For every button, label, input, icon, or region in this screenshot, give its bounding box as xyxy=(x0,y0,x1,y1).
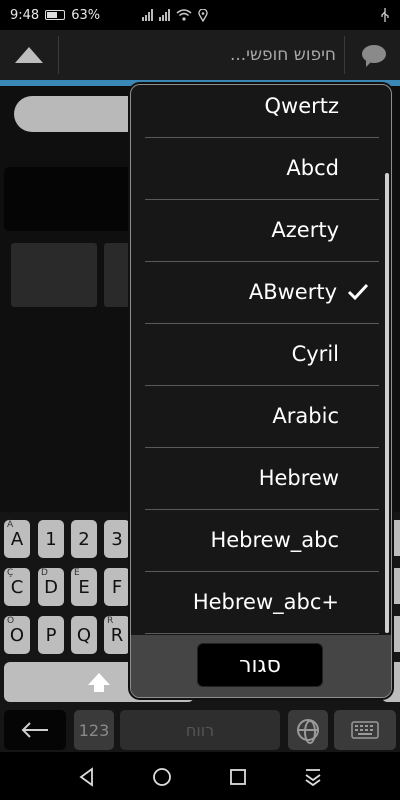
option-label: Arabic xyxy=(272,404,339,428)
search-input[interactable] xyxy=(62,35,340,75)
option-label: Azerty xyxy=(271,218,339,242)
battery-icon xyxy=(45,10,66,20)
key-2[interactable]: 2 xyxy=(71,520,97,558)
close-button[interactable]: סגור xyxy=(197,643,323,687)
up-button[interactable] xyxy=(0,30,58,80)
chevron-up-icon xyxy=(15,47,43,63)
signal-icon xyxy=(142,9,154,21)
nav-notifications-icon[interactable] xyxy=(302,766,324,788)
divider xyxy=(145,633,379,634)
layout-option[interactable]: Arabic xyxy=(131,385,389,447)
key-label: F xyxy=(111,576,123,598)
system-nav-bar xyxy=(0,752,400,800)
dropdown-footer: סגור xyxy=(131,635,391,697)
key-p[interactable]: P xyxy=(38,616,64,654)
chat-bubble-icon[interactable] xyxy=(362,45,386,67)
key-sub-label: Ř xyxy=(107,616,114,626)
key-f[interactable]: F xyxy=(104,568,130,606)
language-key[interactable] xyxy=(288,710,328,750)
globe-icon xyxy=(297,719,319,744)
nav-home-icon[interactable] xyxy=(151,766,173,788)
divider xyxy=(344,36,345,74)
space-key[interactable]: רווח xyxy=(120,710,280,750)
layout-option[interactable]: Cyril xyxy=(131,323,389,385)
key-1[interactable]: 1 xyxy=(38,520,64,558)
backspace-key[interactable] xyxy=(4,710,66,750)
signal-icon-2 xyxy=(159,9,171,21)
key-sub-label: Ď xyxy=(41,568,48,578)
checkmark-icon xyxy=(347,283,369,301)
wifi-icon xyxy=(176,9,192,21)
background-input-box[interactable] xyxy=(4,167,144,231)
key-label: 1 xyxy=(45,528,57,550)
arrow-left-icon xyxy=(21,722,48,738)
layout-option[interactable]: Hebrew_abc xyxy=(131,509,389,571)
option-label: Hebrew xyxy=(258,466,339,490)
option-label: Abcd xyxy=(286,156,339,180)
option-label: Hebrew_abc xyxy=(210,528,339,552)
battery-percent: 63% xyxy=(71,7,101,23)
top-app-bar xyxy=(0,30,400,80)
background-tile[interactable] xyxy=(11,243,97,307)
key-label: D xyxy=(44,576,58,598)
key-label: 2 xyxy=(78,528,90,550)
key-label: A xyxy=(10,528,24,550)
key-c[interactable]: ÇC xyxy=(4,568,30,606)
key-o[interactable]: ÖO xyxy=(4,616,30,654)
layout-option[interactable]: Abcd xyxy=(131,137,389,199)
key-label: E xyxy=(78,576,90,598)
key-3[interactable]: 3 xyxy=(104,520,130,558)
key-label: Q xyxy=(76,624,92,646)
nav-recents-icon[interactable] xyxy=(227,766,249,788)
layout-option[interactable]: Hebrew_abc+ xyxy=(131,571,389,633)
shift-arrow-icon xyxy=(88,673,110,692)
battery-fill xyxy=(47,12,58,18)
option-label: Cyril xyxy=(291,342,339,366)
key-label: P xyxy=(45,624,57,646)
key-sub-label: Á xyxy=(7,520,14,530)
nav-back-icon[interactable] xyxy=(76,766,98,788)
status-left: 9:48 63% xyxy=(10,8,208,23)
layout-dropdown: Qwertz Abcd Azerty ABwerty Cyril Arabic … xyxy=(130,84,392,698)
numbers-key[interactable]: 123 xyxy=(74,710,114,750)
keyboard-icon xyxy=(351,721,379,739)
key-d[interactable]: ĎD xyxy=(38,568,64,606)
option-label: Hebrew_abc+ xyxy=(192,590,339,614)
layout-option[interactable]: Hebrew xyxy=(131,447,389,509)
layout-option[interactable]: Azerty xyxy=(131,199,389,261)
scrollbar[interactable] xyxy=(385,173,389,633)
layout-option[interactable]: Qwertz xyxy=(131,85,389,137)
usb-icon xyxy=(381,8,389,22)
key-sub-label: Ç xyxy=(7,568,14,578)
key-e[interactable]: ÉE xyxy=(71,568,97,606)
hide-keyboard-key[interactable] xyxy=(334,710,396,750)
option-label: Qwertz xyxy=(264,94,339,118)
key-sub-label: É xyxy=(74,568,80,578)
key-label: C xyxy=(10,576,24,598)
divider xyxy=(58,36,59,74)
key-label: 3 xyxy=(111,528,123,550)
key-sub-label: Ö xyxy=(7,616,15,626)
key-label: R xyxy=(110,624,124,646)
option-label: ABwerty xyxy=(248,280,337,304)
status-time: 9:48 xyxy=(10,7,40,23)
key-r[interactable]: ŘR xyxy=(104,616,130,654)
key-label: O xyxy=(9,624,25,646)
key-q[interactable]: Q xyxy=(71,616,97,654)
key-a[interactable]: ÁA xyxy=(4,520,30,558)
status-bar: 9:48 63% xyxy=(0,0,400,30)
location-icon xyxy=(198,8,208,22)
layout-option-selected[interactable]: ABwerty xyxy=(131,261,389,323)
